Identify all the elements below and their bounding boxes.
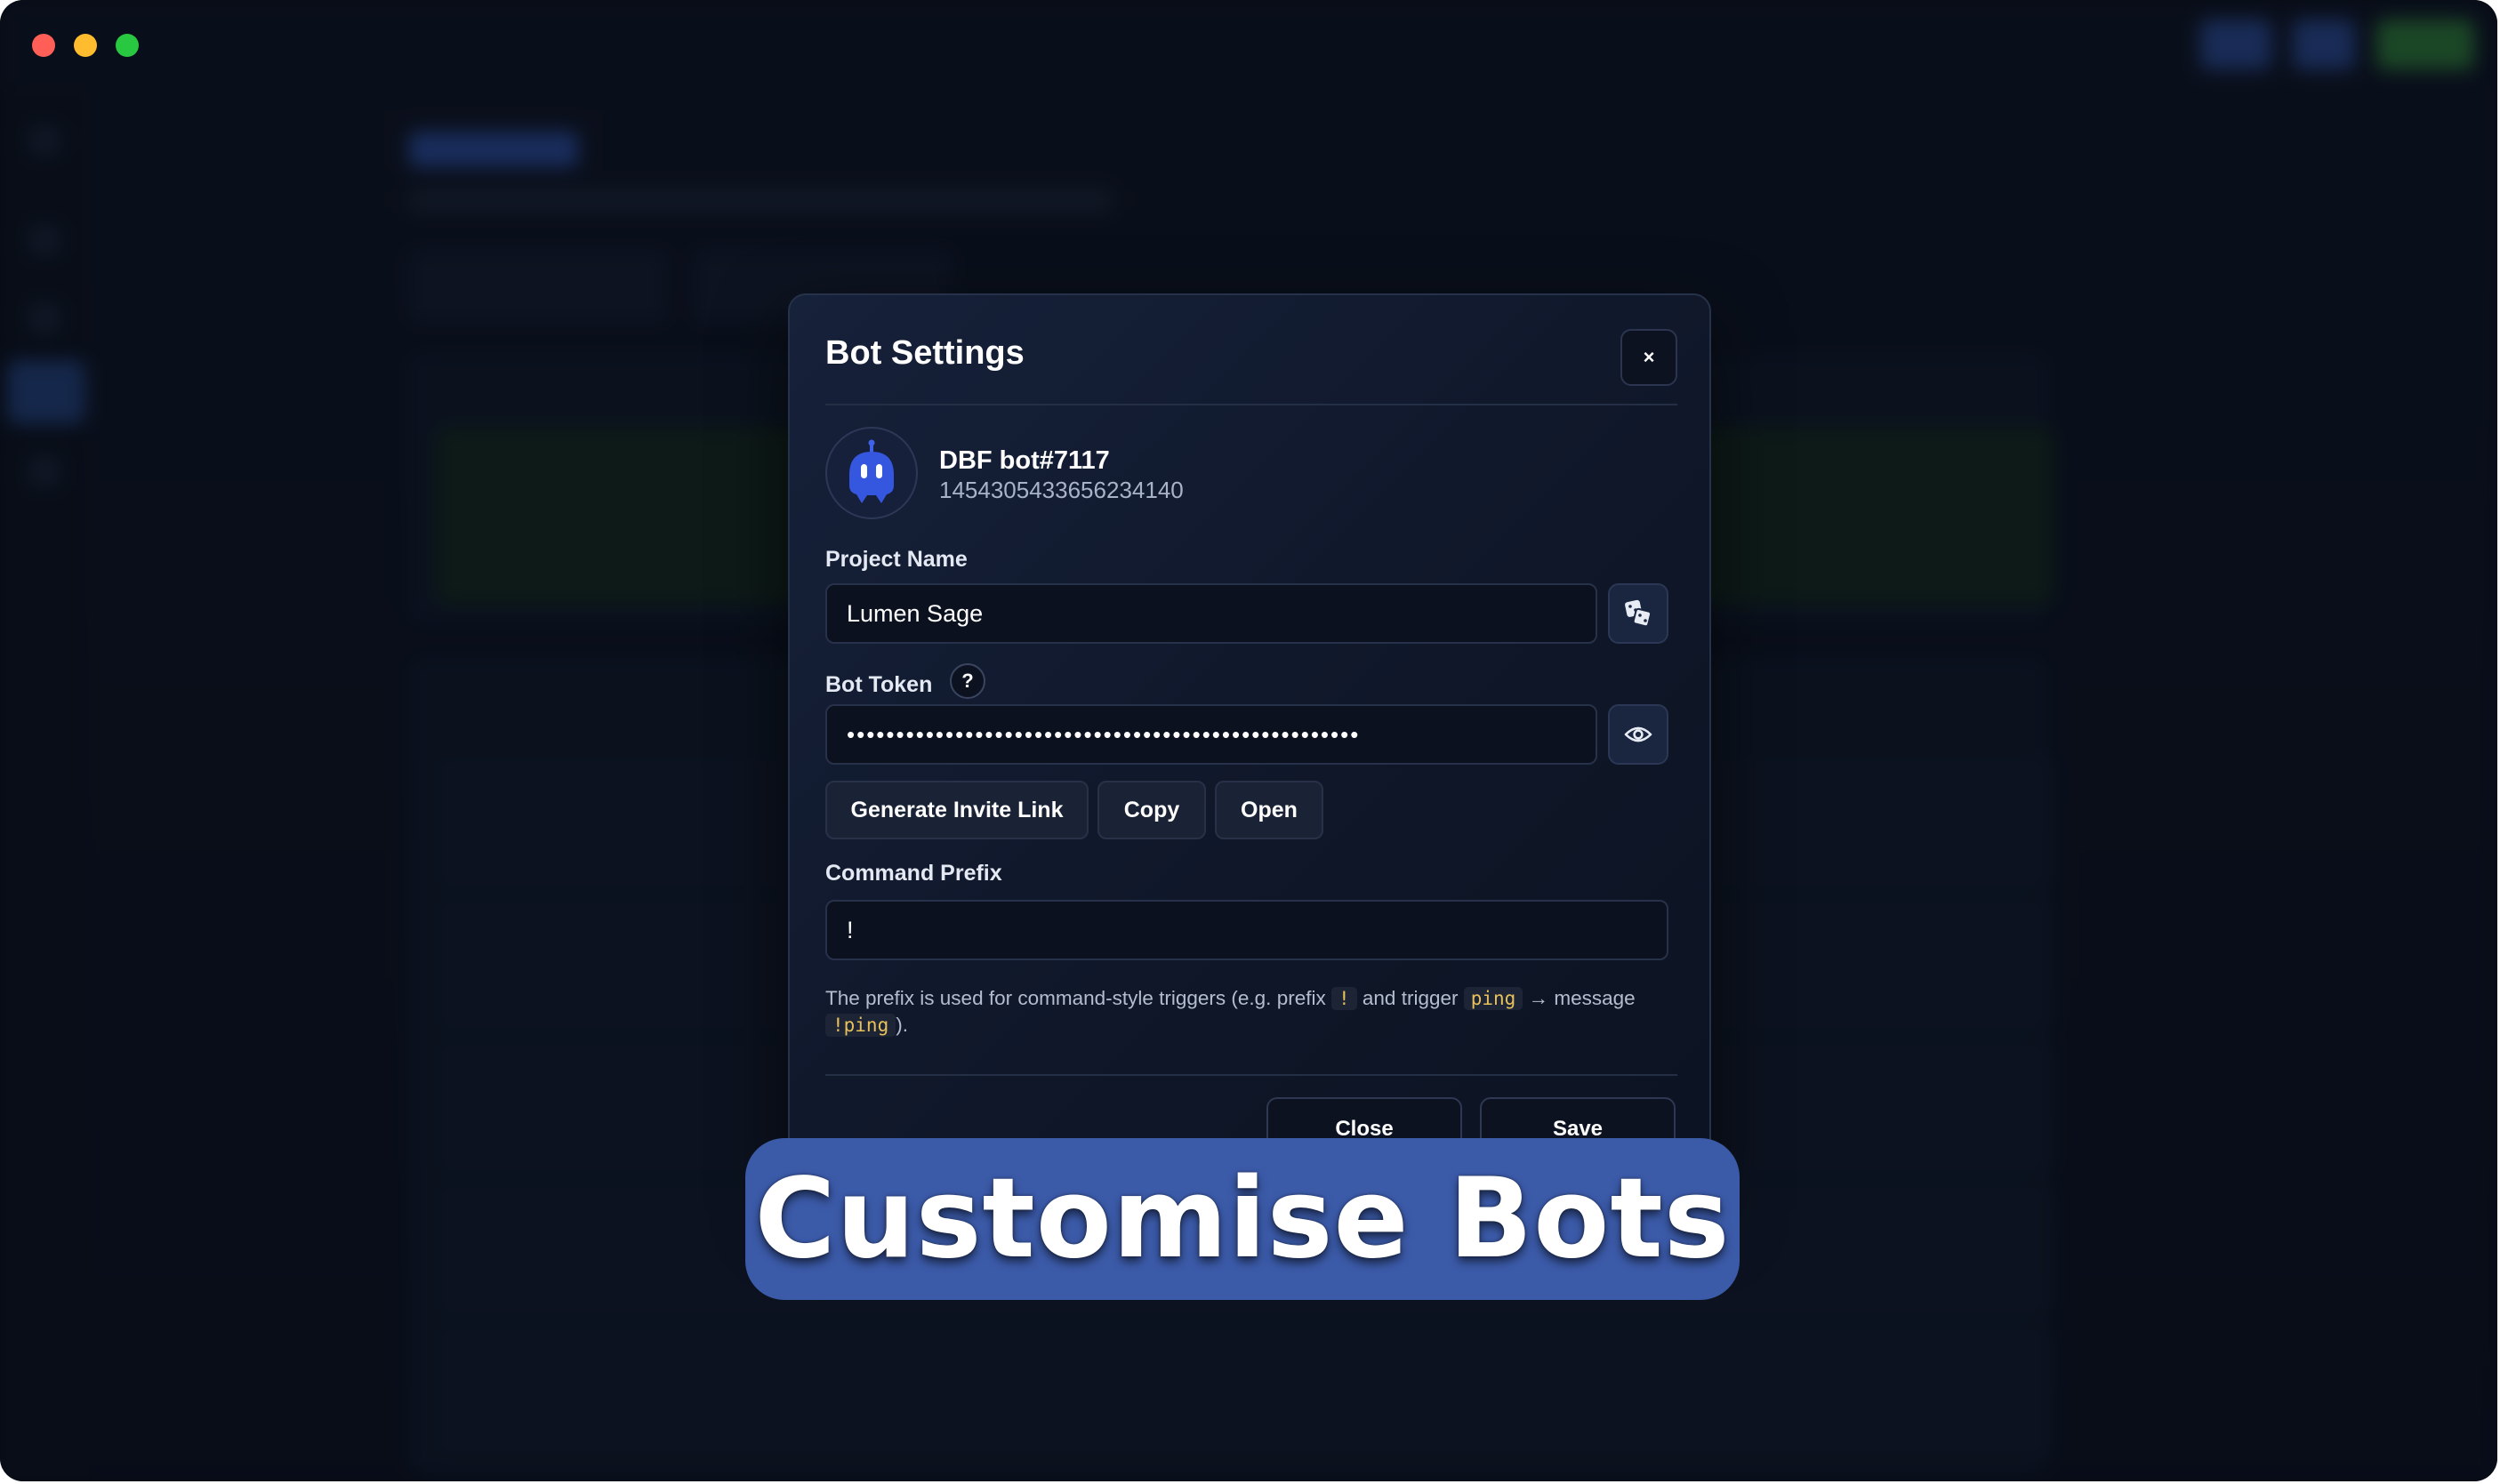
- app-window: Bot Settings × DBF bot#7117 145430543365…: [0, 0, 2497, 1481]
- close-window-button[interactable]: [32, 34, 55, 57]
- footer-divider: [825, 1074, 1677, 1076]
- help-text-part: ).: [896, 1014, 908, 1036]
- bot-token-label: Bot Token: [825, 672, 933, 697]
- open-button[interactable]: Open: [1215, 781, 1323, 839]
- header-divider: [825, 404, 1677, 405]
- traffic-lights: [32, 34, 139, 57]
- generate-invite-link-button[interactable]: Generate Invite Link: [825, 781, 1089, 839]
- project-name-label: Project Name: [825, 547, 968, 572]
- bot-avatar: [825, 427, 918, 519]
- toggle-token-visibility-button[interactable]: [1608, 704, 1668, 765]
- help-text-part: The prefix is used for command-style tri…: [825, 987, 1326, 1009]
- help-text-part: → message: [1528, 987, 1636, 1009]
- eye-icon: [1624, 726, 1652, 742]
- randomize-name-button[interactable]: [1608, 583, 1668, 644]
- bot-id: 1454305433656234140: [939, 477, 1184, 503]
- project-name-input[interactable]: Lumen Sage: [825, 583, 1597, 644]
- caption-banner: Customise Bots: [745, 1138, 1740, 1300]
- bot-name: DBF bot#7117: [939, 446, 1110, 475]
- code-prefix: !: [1330, 987, 1357, 1010]
- zoom-window-button[interactable]: [116, 34, 139, 57]
- command-prefix-label: Command Prefix: [825, 861, 1002, 886]
- bot-token-input[interactable]: ••••••••••••••••••••••••••••••••••••••••…: [825, 704, 1597, 765]
- prefix-help-text: The prefix is used for command-style tri…: [825, 985, 1652, 1039]
- command-prefix-input[interactable]: !: [825, 900, 1668, 960]
- copy-button[interactable]: Copy: [1097, 781, 1206, 839]
- bot-settings-modal: Bot Settings × DBF bot#7117 145430543365…: [788, 293, 1711, 1191]
- modal-title: Bot Settings: [825, 334, 1025, 372]
- help-icon[interactable]: ?: [950, 663, 985, 699]
- code-message: !ping: [825, 1014, 896, 1037]
- code-trigger: ping: [1463, 987, 1523, 1010]
- close-modal-button[interactable]: ×: [1620, 329, 1677, 386]
- robot-icon: [849, 439, 894, 503]
- minimize-window-button[interactable]: [74, 34, 97, 57]
- caption-text: Customise Bots: [754, 1155, 1731, 1283]
- help-text-part: and trigger: [1362, 987, 1459, 1009]
- dice-icon: [1625, 599, 1652, 628]
